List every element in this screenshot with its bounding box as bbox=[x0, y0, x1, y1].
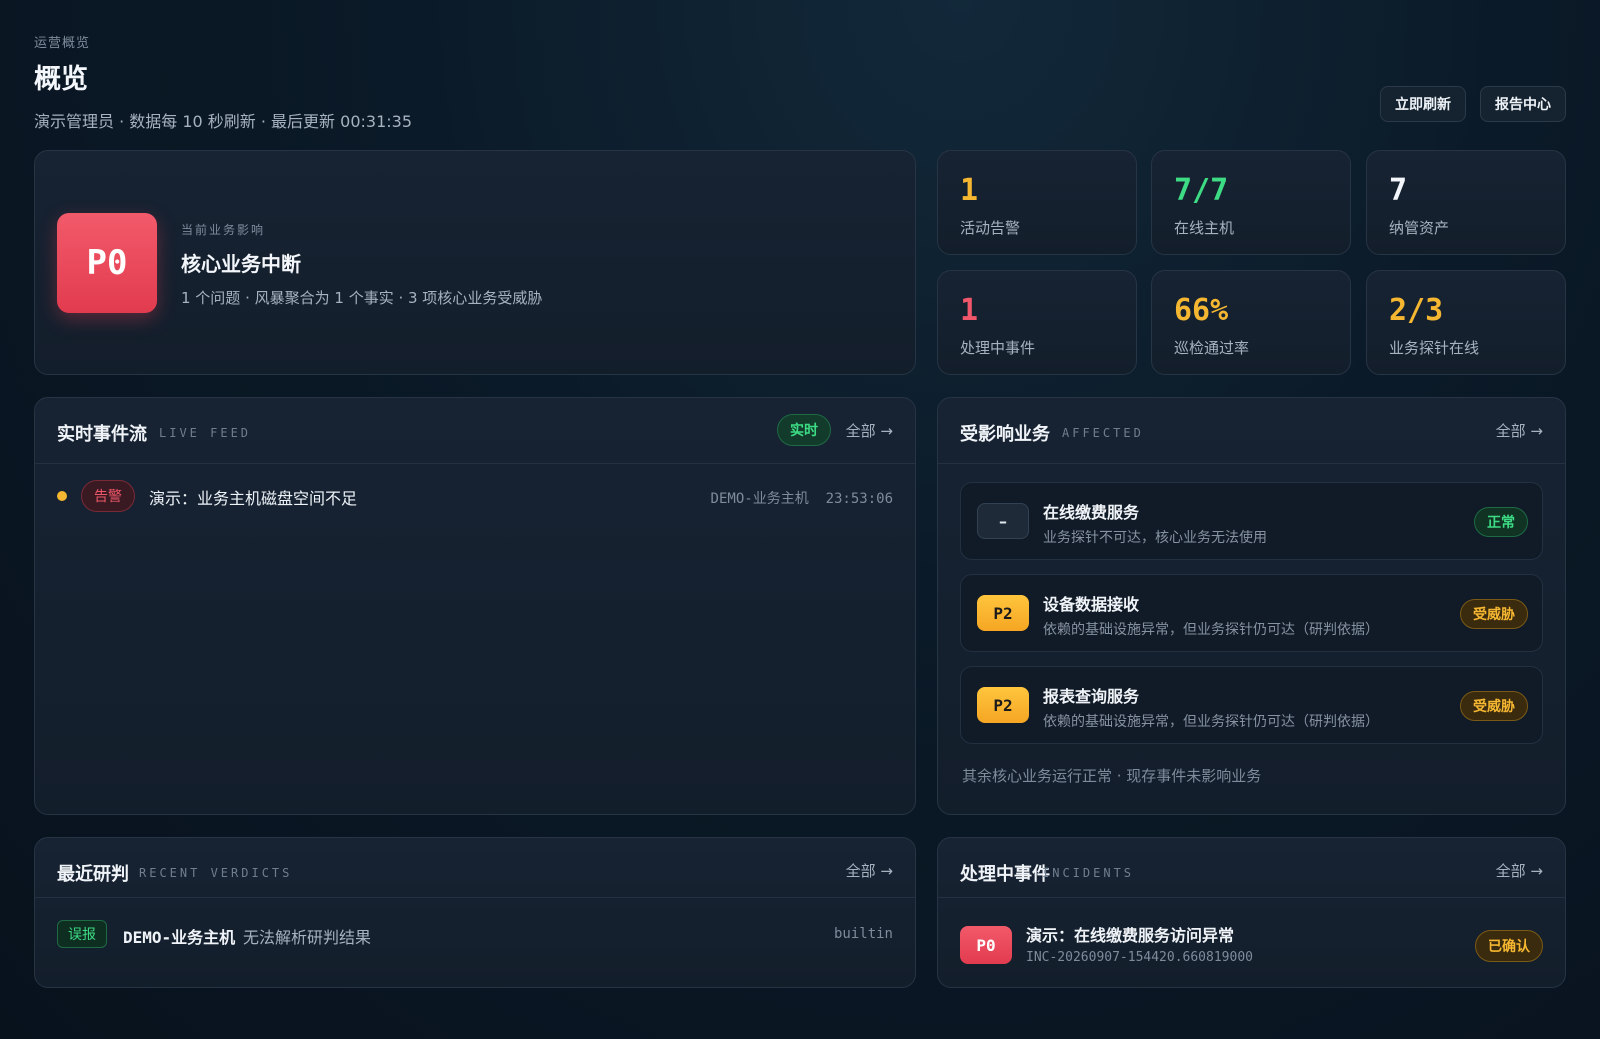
impact-eyebrow: 当前业务影响 bbox=[181, 223, 266, 237]
service-level-icon: P2 bbox=[977, 595, 1029, 631]
service-status-badge: 受威胁 bbox=[1460, 691, 1528, 721]
service-status-badge: 受威胁 bbox=[1460, 599, 1528, 629]
verdict-host: DEMO-业务主机 bbox=[123, 928, 236, 947]
incident-status-badge: 已确认 bbox=[1475, 930, 1543, 962]
impact-title: 核心业务中断 bbox=[181, 252, 301, 276]
stat-value: 7 bbox=[1389, 173, 1408, 208]
feed-item-time: 23:53:06 bbox=[825, 491, 893, 507]
affected-services-panel: 受影响业务 AFFECTED 全部 → – 在线缴费服务 业务探针不可达，核心业… bbox=[937, 397, 1566, 815]
incidents-panel: 处理中事件 INCIDENTS 全部 → P0 演示：在线缴费服务访问异常 IN… bbox=[937, 837, 1566, 988]
panel-header: 处理中事件 INCIDENTS 全部 → bbox=[938, 838, 1565, 898]
stat-managed-assets[interactable]: 7 纳管资产 bbox=[1366, 150, 1566, 255]
verdict-item[interactable]: 误报 DEMO-业务主机 无法解析研判结果 builtin bbox=[57, 920, 893, 948]
recent-verdicts-panel: 最近研判 RECENT VERDICTS 全部 → 误报 DEMO-业务主机 无… bbox=[34, 837, 916, 988]
stat-label: 纳管资产 bbox=[1389, 219, 1450, 237]
incident-title: 演示：在线缴费服务访问异常 bbox=[1026, 926, 1235, 945]
panel-header: 实时事件流 LIVE FEED 实时 全部 → bbox=[35, 398, 915, 464]
stat-value: 1 bbox=[960, 173, 979, 208]
panel-header: 受影响业务 AFFECTED 全部 → bbox=[938, 398, 1565, 464]
panel-header: 最近研判 RECENT VERDICTS 全部 → bbox=[35, 838, 915, 898]
page-eyebrow: 运营概览 bbox=[34, 36, 91, 51]
service-description: 业务探针不可达，核心业务无法使用 bbox=[1043, 530, 1267, 546]
alert-tag: 告警 bbox=[81, 480, 135, 512]
impact-description: 1 个问题 · 风暴聚合为 1 个事实 · 3 项核心业务受威胁 bbox=[181, 289, 543, 307]
panel-subtitle: RECENT VERDICTS bbox=[139, 866, 293, 880]
stat-value: 2/3 bbox=[1389, 293, 1444, 328]
verdict-message: 无法解析研判结果 bbox=[243, 928, 372, 947]
live-badge: 实时 bbox=[777, 414, 831, 446]
status-dot bbox=[57, 491, 67, 501]
service-description: 依赖的基础设施异常，但业务探针仍可达（研判依据） bbox=[1043, 714, 1379, 730]
stat-label: 活动告警 bbox=[960, 219, 1021, 237]
report-center-button[interactable]: 报告中心 bbox=[1480, 86, 1566, 122]
impact-level-badge: P0 bbox=[57, 213, 157, 313]
feed-item-meta: DEMO-业务主机 23:53:06 bbox=[711, 488, 893, 508]
stat-open-incidents[interactable]: 1 处理中事件 bbox=[937, 270, 1137, 375]
refresh-button[interactable]: 立即刷新 bbox=[1380, 86, 1466, 122]
service-item[interactable]: P2 设备数据接收 依赖的基础设施异常，但业务探针仍可达（研判依据） 受威胁 bbox=[960, 574, 1543, 652]
service-name: 报表查询服务 bbox=[1043, 687, 1140, 706]
page-title: 概览 bbox=[34, 64, 88, 95]
stat-label: 处理中事件 bbox=[960, 339, 1036, 357]
affected-note: 其余核心业务运行正常 · 现存事件未影响业务 bbox=[962, 767, 1262, 785]
stat-value: 1 bbox=[960, 293, 979, 328]
verdict-source: builtin bbox=[833, 926, 893, 942]
live-feed-panel: 实时事件流 LIVE FEED 实时 全部 → 告警 演示：业务主机磁盘空间不足… bbox=[34, 397, 916, 815]
business-impact-card[interactable]: P0 当前业务影响 核心业务中断 1 个问题 · 风暴聚合为 1 个事实 · 3… bbox=[34, 150, 916, 375]
stat-label: 在线主机 bbox=[1174, 219, 1235, 237]
view-all-link[interactable]: 全部 → bbox=[846, 860, 893, 881]
panel-subtitle: AFFECTED bbox=[1062, 426, 1144, 440]
panel-subtitle: LIVE FEED bbox=[159, 426, 252, 440]
stat-value: 66% bbox=[1174, 293, 1229, 328]
panel-title: 处理中事件 bbox=[960, 864, 1050, 885]
incident-id: INC-20260907-154420.660819000 bbox=[1026, 950, 1253, 965]
false-positive-tag: 误报 bbox=[57, 920, 107, 948]
panel-title: 实时事件流 bbox=[57, 424, 147, 445]
panel-title: 最近研判 bbox=[57, 864, 129, 885]
incident-level-badge: P0 bbox=[960, 926, 1012, 964]
panel-title: 受影响业务 bbox=[960, 424, 1050, 445]
feed-item-title: 演示：业务主机磁盘空间不足 bbox=[149, 489, 358, 508]
page-subtitle: 演示管理员 · 数据每 10 秒刷新 · 最后更新 00:31:35 bbox=[34, 112, 412, 131]
stat-online-hosts[interactable]: 7/7 在线主机 bbox=[1151, 150, 1351, 255]
stat-value: 7/7 bbox=[1174, 173, 1229, 208]
stat-label: 巡检通过率 bbox=[1174, 339, 1250, 357]
stat-probes-online[interactable]: 2/3 业务探针在线 bbox=[1366, 270, 1566, 375]
header-actions: 立即刷新 报告中心 bbox=[1380, 86, 1566, 122]
stat-active-alerts[interactable]: 1 活动告警 bbox=[937, 150, 1137, 255]
service-name: 在线缴费服务 bbox=[1043, 503, 1140, 522]
view-all-link[interactable]: 全部 → bbox=[1496, 420, 1543, 441]
service-name: 设备数据接收 bbox=[1043, 595, 1140, 614]
service-description: 依赖的基础设施异常，但业务探针仍可达（研判依据） bbox=[1043, 622, 1379, 638]
stat-label: 业务探针在线 bbox=[1389, 339, 1480, 357]
feed-item-host: DEMO-业务主机 bbox=[710, 491, 809, 507]
service-item[interactable]: P2 报表查询服务 依赖的基础设施异常，但业务探针仍可达（研判依据） 受威胁 bbox=[960, 666, 1543, 744]
view-all-link[interactable]: 全部 → bbox=[846, 420, 893, 441]
view-all-link[interactable]: 全部 → bbox=[1496, 860, 1543, 881]
service-level-icon: – bbox=[977, 503, 1029, 539]
service-level-icon: P2 bbox=[977, 687, 1029, 723]
service-status-badge: 正常 bbox=[1474, 507, 1528, 537]
service-item[interactable]: – 在线缴费服务 业务探针不可达，核心业务无法使用 正常 bbox=[960, 482, 1543, 560]
page-header: 运营概览 概览 演示管理员 · 数据每 10 秒刷新 · 最后更新 00:31:… bbox=[34, 32, 412, 132]
stat-inspection-pass-rate[interactable]: 66% 巡检通过率 bbox=[1151, 270, 1351, 375]
feed-item[interactable]: 告警 演示：业务主机磁盘空间不足 DEMO-业务主机 23:53:06 bbox=[57, 480, 893, 512]
panel-subtitle: INCIDENTS bbox=[1042, 866, 1135, 880]
